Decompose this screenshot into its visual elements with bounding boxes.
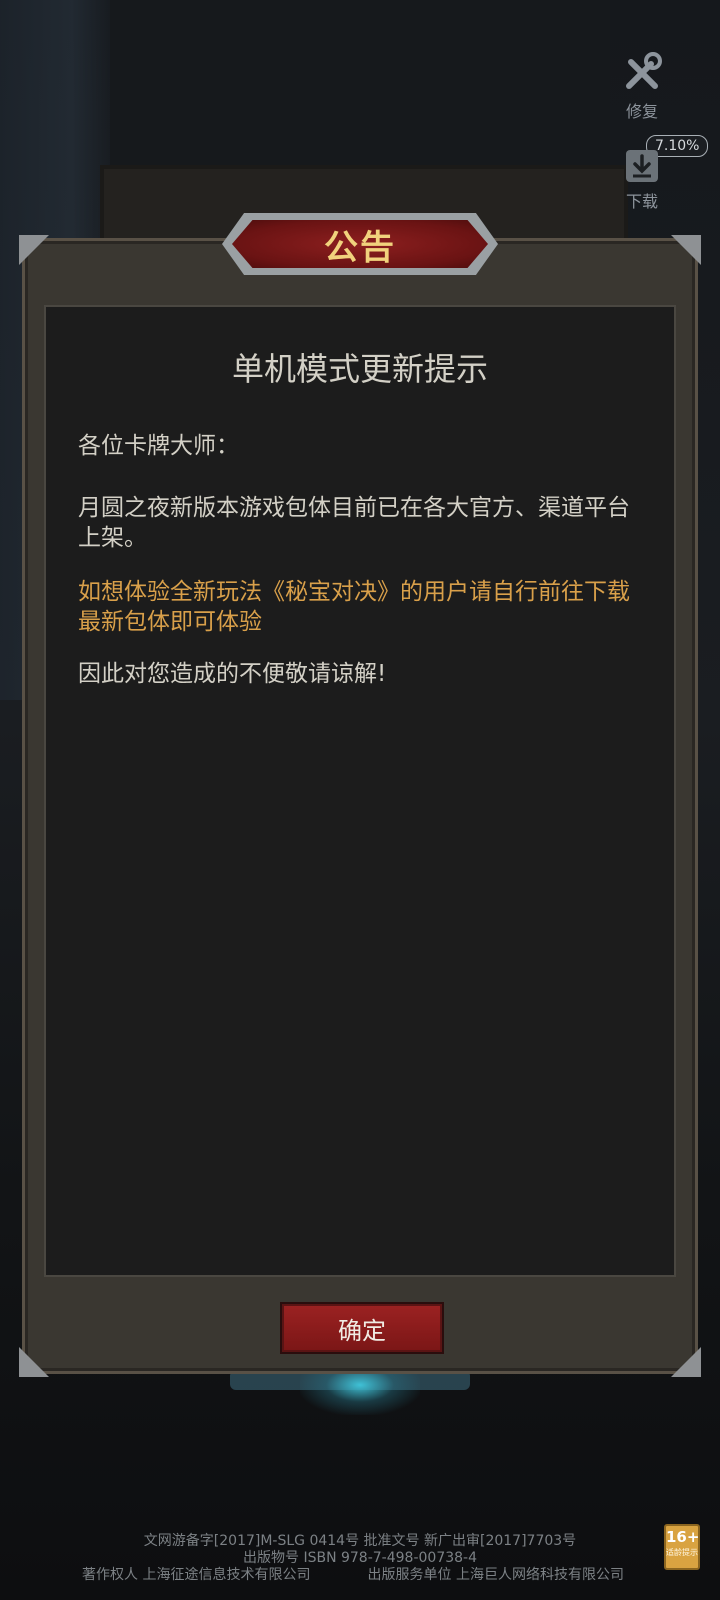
frame-corner bbox=[671, 1347, 701, 1377]
footer-approval-line: 文网游备字[2017]M-SLG 0414号 批准文号 新广出审[2017]77… bbox=[143, 1533, 577, 1549]
age-rating-label: 16+ bbox=[666, 1528, 700, 1546]
download-label: 下载 bbox=[625, 192, 658, 211]
footer-legal-info: 文网游备字[2017]M-SLG 0414号 批准文号 新广出审[2017]77… bbox=[0, 1533, 720, 1584]
download-button[interactable]: 下载 bbox=[612, 148, 672, 212]
release-text: 月圆之夜新版本游戏包体目前已在各大官方、渠道平台上架。 bbox=[78, 495, 630, 551]
repair-button[interactable]: 修复 bbox=[612, 52, 672, 122]
dialog-title: 公告 bbox=[324, 227, 396, 268]
apology-text: 因此对您造成的不便敬请谅解! bbox=[78, 661, 387, 687]
notice-content-panel[interactable]: 单机模式更新提示 各位卡牌大师： 月圆之夜新版本游戏包体目前已在各大官方、渠道平… bbox=[44, 305, 676, 1277]
wrench-screwdriver-icon bbox=[626, 52, 662, 89]
game-screen: 修复 7.10% 下载 公告 单机模式更新提示 各位卡牌大师： 月圆之夜新版本游… bbox=[0, 0, 720, 1600]
frame-corner bbox=[19, 235, 49, 265]
footer-isbn-line: 出版物号 ISBN 978-7-498-00738-4 bbox=[243, 1550, 477, 1566]
title-banner: 公告 bbox=[232, 220, 488, 268]
frame-corner bbox=[19, 1347, 49, 1377]
download-icon bbox=[626, 150, 658, 182]
age-rating-note: 适龄提示 bbox=[666, 1548, 698, 1557]
notice-heading: 单机模式更新提示 bbox=[231, 350, 488, 388]
frame-corner bbox=[671, 235, 701, 265]
age-rating-badge: 16+ 适龄提示 bbox=[664, 1524, 700, 1570]
footer-company-line: 著作权人 上海征途信息技术有限公司 出版服务单位 上海巨人网络科技有限公司 bbox=[0, 1567, 720, 1584]
greeting-text: 各位卡牌大师： bbox=[78, 433, 239, 459]
confirm-button[interactable]: 确定 bbox=[280, 1302, 444, 1354]
repair-label: 修复 bbox=[625, 102, 658, 121]
highlight-text: 如想体验全新玩法《秘宝对决》的用户请自行前往下载最新包体即可体验 bbox=[78, 579, 630, 635]
copyright-owner: 著作权人 上海征途信息技术有限公司 bbox=[82, 1567, 311, 1583]
publisher: 出版服务单位 上海巨人网络科技有限公司 bbox=[367, 1567, 624, 1583]
